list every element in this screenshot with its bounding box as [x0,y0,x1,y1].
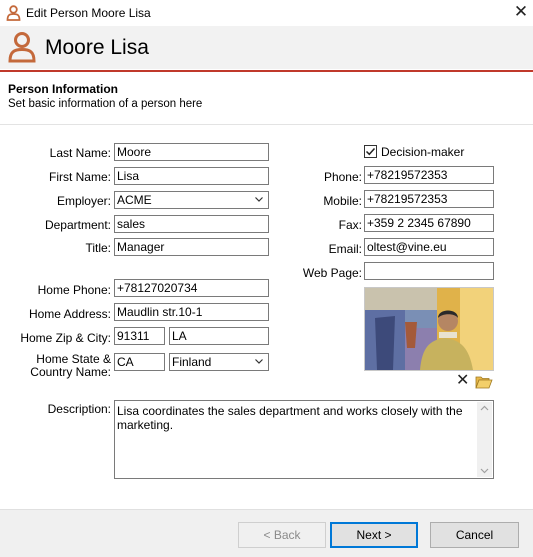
fax-label: Fax: [338,218,362,232]
last-name-field[interactable]: Moore [114,143,269,161]
person-icon [6,5,21,21]
fax-field[interactable]: +359 2 2345 67890 [364,214,494,232]
description-textarea[interactable]: Lisa coordinates the sales department an… [114,400,494,479]
checkmark-icon [365,147,376,156]
photo-image [365,288,493,370]
home-state-label-line1: Home State & [36,352,111,366]
country-combo[interactable]: Finland [169,353,269,371]
department-field[interactable]: sales [114,215,269,233]
chevron-down-icon [255,359,263,364]
decision-maker-checkbox[interactable] [364,145,377,158]
department-label: Department: [44,218,111,232]
phone-label: Phone: [323,170,362,184]
section-subtitle: Set basic information of a person here [8,98,203,110]
section-divider [0,124,533,125]
next-button[interactable]: Next > [330,522,418,548]
folder-open-icon[interactable] [475,375,493,389]
employer-combo[interactable]: ACME [114,191,269,209]
email-label: Email: [328,242,362,256]
person-photo[interactable] [364,287,494,371]
home-state-field[interactable]: CA [114,353,165,371]
home-city-field[interactable]: LA [169,327,269,345]
close-icon[interactable]: ✕ [511,3,531,23]
description-text: Lisa coordinates the sales department an… [117,404,463,432]
employer-value: ACME [117,193,152,207]
person-icon [8,32,36,63]
email-field[interactable]: oltest@vine.eu [364,238,494,256]
decision-maker-label: Decision-maker [381,145,465,159]
title-field[interactable]: Manager [114,238,269,256]
person-name-heading: Moore Lisa [45,36,149,59]
first-name-field[interactable]: Lisa [114,167,269,185]
back-button[interactable]: < Back [238,522,326,548]
phone-field[interactable]: +78219572353 [364,166,494,184]
web-page-label: Web Page: [302,266,362,280]
chevron-down-icon [255,197,263,202]
web-page-field[interactable] [364,262,494,280]
section-title: Person Information [8,82,119,96]
home-address-field[interactable]: Maudlin str.10-1 [114,303,269,321]
home-phone-field[interactable]: +78127020734 [114,279,269,297]
mobile-label: Mobile: [323,194,362,208]
home-phone-label: Home Phone: [37,283,111,297]
home-zip-city-label: Home Zip & City: [20,331,111,345]
close-icon[interactable]: ✕ [456,373,470,389]
country-value: Finland [172,355,212,369]
home-address-label: Home Address: [28,307,111,321]
home-zip-field[interactable]: 91311 [114,327,165,345]
window-title: Edit Person Moore Lisa [26,6,151,20]
employer-label: Employer: [56,194,111,208]
cancel-button[interactable]: Cancel [430,522,519,548]
accent-divider [0,70,533,72]
title-label: Title: [85,241,111,255]
first-name-label: First Name: [48,170,111,184]
scrollbar[interactable] [477,402,492,477]
mobile-field[interactable]: +78219572353 [364,190,494,208]
home-state-label-line2: Country Name: [30,365,111,379]
last-name-label: Last Name: [49,146,111,160]
description-label: Description: [47,402,111,416]
